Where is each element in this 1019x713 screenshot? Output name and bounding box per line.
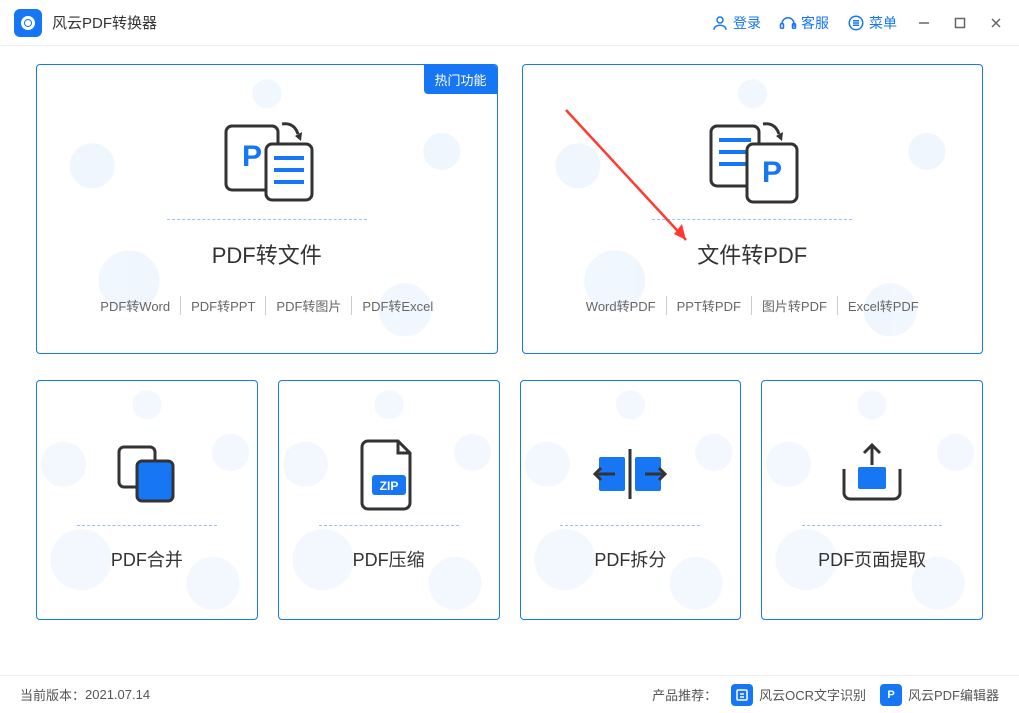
card-title: PDF合并 [111, 546, 183, 572]
merge-icon [107, 429, 187, 519]
card-merge[interactable]: PDF合并 [36, 380, 258, 620]
split-icon [585, 429, 675, 519]
minimize-button[interactable] [915, 14, 933, 32]
subtype-list: PDF转Word PDF转PPT PDF转图片 PDF转Excel [90, 296, 443, 315]
titlebar-actions: 登录 客服 菜单 [711, 13, 1005, 33]
subtype-item[interactable]: Word转PDF [576, 296, 666, 315]
svg-text:P: P [762, 156, 782, 189]
user-icon [711, 14, 729, 32]
card-split[interactable]: PDF拆分 [520, 380, 742, 620]
subtype-item[interactable]: 图片转PDF [751, 296, 837, 315]
card-extract[interactable]: PDF页面提取 [761, 380, 983, 620]
card-title: PDF拆分 [594, 546, 666, 572]
subtype-item[interactable]: PDF转PPT [180, 296, 265, 315]
recommend-editor-label: 风云PDF编辑器 [908, 685, 999, 704]
login-button[interactable]: 登录 [711, 13, 761, 33]
recommend-editor[interactable]: P 风云PDF编辑器 [880, 684, 999, 706]
subtype-item[interactable]: PPT转PDF [666, 296, 751, 315]
card-title: PDF转文件 [212, 238, 322, 270]
menu-button[interactable]: 菜单 [847, 13, 897, 33]
support-button[interactable]: 客服 [779, 13, 829, 33]
svg-text:ZIP: ZIP [379, 479, 398, 493]
menu-label: 菜单 [869, 13, 897, 33]
compress-icon: ZIP [354, 429, 424, 519]
file-to-pdf-icon: P [697, 111, 807, 211]
card-title: 文件转PDF [697, 238, 807, 270]
close-button[interactable] [987, 14, 1005, 32]
version-value: 2021.07.14 [85, 687, 150, 702]
subtype-item[interactable]: PDF转Word [90, 296, 180, 315]
menu-icon [847, 14, 865, 32]
subtype-list: Word转PDF PPT转PDF 图片转PDF Excel转PDF [576, 296, 929, 315]
card-pdf-to-file[interactable]: 热门功能 P PDF转文件 [36, 64, 498, 354]
subtype-item[interactable]: Excel转PDF [837, 296, 929, 315]
extract-icon [832, 429, 912, 519]
card-title: PDF压缩 [353, 546, 425, 572]
recommend-ocr[interactable]: 风云OCR文字识别 [731, 684, 866, 706]
footer: 当前版本： 2021.07.14 产品推荐： 风云OCR文字识别 P 风云PDF… [0, 675, 1019, 713]
subtype-item[interactable]: PDF转图片 [265, 296, 351, 315]
subtype-item[interactable]: PDF转Excel [351, 296, 443, 315]
recommend-ocr-label: 风云OCR文字识别 [759, 685, 866, 704]
pdf-to-file-icon: P [212, 111, 322, 211]
main-area: 热门功能 P PDF转文件 [0, 46, 1019, 620]
card-file-to-pdf[interactable]: P 文件转PDF Word转PDF PPT转PDF 图片转PDF Excel转P… [522, 64, 984, 354]
editor-icon: P [880, 684, 902, 706]
support-label: 客服 [801, 13, 829, 33]
login-label: 登录 [733, 13, 761, 33]
version-label: 当前版本： [20, 685, 85, 704]
app-logo [14, 9, 42, 37]
recommend-label: 产品推荐： [652, 685, 717, 704]
ocr-icon [731, 684, 753, 706]
headset-icon [779, 14, 797, 32]
card-compress[interactable]: ZIP PDF压缩 [278, 380, 500, 620]
maximize-button[interactable] [951, 14, 969, 32]
svg-text:P: P [242, 140, 262, 173]
app-title: 风云PDF转换器 [52, 12, 157, 33]
card-title: PDF页面提取 [818, 546, 926, 572]
titlebar: 风云PDF转换器 登录 客服 菜单 [0, 0, 1019, 46]
